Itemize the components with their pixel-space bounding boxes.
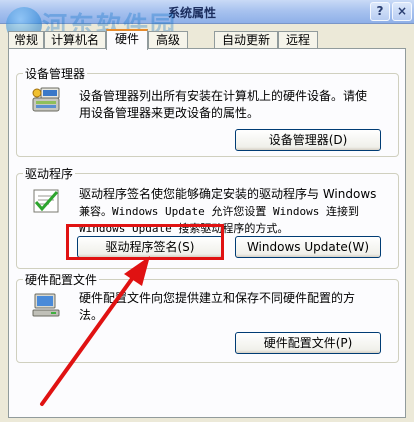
tab-strip: 常规 计算机名 硬件 高级 自动更新 远程 (8, 29, 408, 50)
help-button[interactable]: ? (370, 2, 390, 21)
drivers-group: 驱动程序 驱动程序签名使您能够确定安装的驱动程序与 Windows 兼容。Win… (16, 165, 399, 269)
device-manager-button[interactable]: 设备管理器(D) (235, 129, 381, 151)
window-title: 系统属性 (168, 6, 217, 20)
tab-computer-name[interactable]: 计算机名 (44, 31, 106, 49)
windows-update-button[interactable]: Windows Update(W) (235, 236, 381, 258)
device-manager-description: 设备管理器列出所有安装在计算机上的硬件设备。请使 用设备管理器来更改设备的属性。 (79, 88, 395, 122)
tab-hardware[interactable]: 硬件 (106, 29, 148, 50)
tab-general[interactable]: 常规 (8, 31, 44, 49)
system-properties-window: 系统属性 ? × 河东软件园 www.pc0359.cn 常规 计算机名 硬件 … (0, 0, 414, 422)
hardware-profiles-description-line2: 法。 (79, 308, 104, 322)
drivers-group-title: 驱动程序 (23, 165, 76, 182)
device-manager-icon (32, 87, 60, 112)
hardware-tab-panel: 设备管理器 设备管理器列出所有安装在计算机上的硬件设备。请使 用设备管理器来更改… (8, 48, 406, 418)
hardware-profiles-description: 硬件配置文件向您提供建立和保存不同硬件配置的方 法。 (79, 290, 397, 324)
device-manager-group: 设备管理器 设备管理器列出所有安装在计算机上的硬件设备。请使 用设备管理器来更改… (16, 65, 399, 157)
device-manager-group-title: 设备管理器 (23, 65, 88, 82)
hardware-profiles-group: 硬件配置文件 硬件配置文件向您提供建立和保存不同硬件配置的方 法。 硬件配置文件… (16, 271, 399, 363)
drivers-description-line1: 驱动程序签名使您能够确定安装的驱动程序与 Windows (79, 187, 377, 201)
driver-signing-button[interactable]: 驱动程序签名(S) (77, 236, 223, 258)
hardware-profiles-button[interactable]: 硬件配置文件(P) (235, 332, 381, 354)
drivers-description-line2: 兼容。Windows Update 允许您设置 Windows 连接到 (79, 205, 359, 218)
tab-advanced[interactable]: 高级 (148, 31, 188, 49)
close-button[interactable]: × (392, 2, 412, 21)
hardware-profiles-icon (32, 293, 60, 317)
device-manager-description-line2: 用设备管理器来更改设备的属性。 (79, 106, 260, 120)
hardware-profiles-group-title: 硬件配置文件 (23, 271, 100, 288)
drivers-description-line3: Windows Update 搜索驱动程序的方式。 (79, 222, 289, 235)
tab-automatic-updates[interactable]: 自动更新 (214, 31, 278, 49)
hardware-profiles-description-line1: 硬件配置文件向您提供建立和保存不同硬件配置的方 (79, 291, 356, 305)
title-bar[interactable]: 系统属性 ? × (0, 0, 414, 24)
drivers-description: 驱动程序签名使您能够确定安装的驱动程序与 Windows 兼容。Windows … (79, 186, 397, 237)
tab-remote[interactable]: 远程 (278, 31, 318, 49)
device-manager-description-line1: 设备管理器列出所有安装在计算机上的硬件设备。请使 (79, 89, 368, 103)
driver-signing-icon (33, 189, 59, 213)
